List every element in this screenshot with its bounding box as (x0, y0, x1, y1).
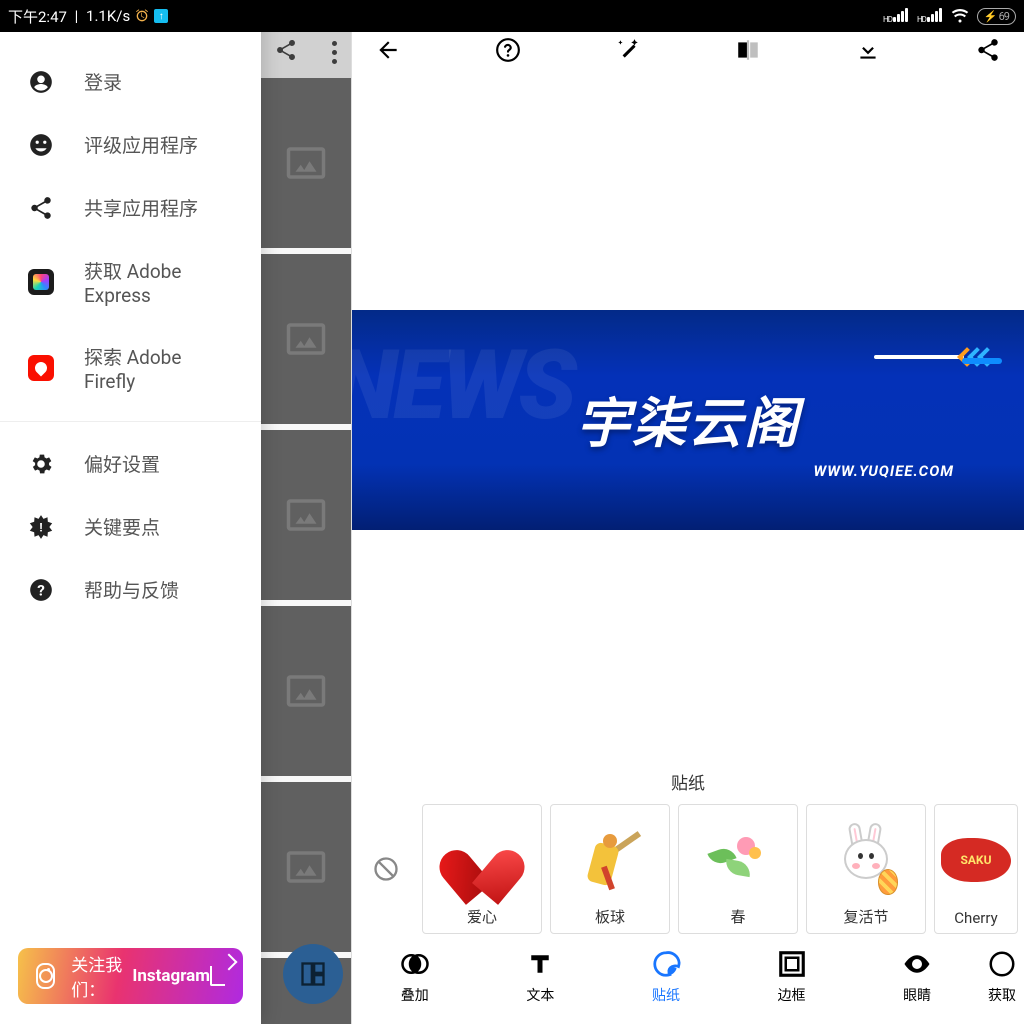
menu-label: 获取 Adobe Express (84, 257, 233, 307)
adobe-express-icon (28, 269, 54, 295)
gallery-thumb[interactable] (261, 430, 351, 600)
alarm-icon (134, 8, 150, 24)
status-sep: | (71, 7, 82, 25)
tool-sticker[interactable]: 贴纸 (603, 940, 729, 1014)
open-external-icon (210, 966, 225, 986)
menu-rate[interactable]: 评级应用程序 (0, 113, 261, 176)
bunny-icon (834, 823, 898, 895)
banner-title: 宇柒云阁 (576, 379, 800, 458)
sticker-spring[interactable]: 春 (678, 804, 798, 934)
menu-label: 评级应用程序 (84, 131, 198, 158)
cricket-icon (575, 824, 645, 894)
tool-label: 眼睛 (903, 985, 931, 1005)
sticker-row: 爱心 板球 春 复活节 SAKU Cherry (352, 804, 1024, 934)
menu-label: 关键要点 (84, 513, 160, 540)
menu-label: 帮助与反馈 (84, 576, 179, 603)
sticker-section-title: 贴纸 (352, 761, 1024, 804)
tool-label: 贴纸 (652, 985, 680, 1005)
instagram-name: Instagram (132, 966, 210, 986)
menu-login[interactable]: 登录 (0, 50, 261, 113)
heart-icon (450, 827, 514, 891)
sticker-easter[interactable]: 复活节 (806, 804, 926, 934)
gallery-thumb[interactable] (261, 782, 351, 952)
tool-label: 边框 (778, 985, 806, 1005)
tool-label: 获取 (988, 985, 1016, 1005)
instagram-prefix: 关注我们： (71, 951, 130, 1001)
more-icon[interactable] (332, 41, 337, 64)
sticker-label: 春 (730, 906, 745, 927)
tool-frame[interactable]: 边框 (729, 940, 855, 1014)
help-icon[interactable] (494, 36, 522, 64)
gear-icon (28, 451, 54, 477)
svg-text:?: ? (37, 581, 45, 599)
status-app-icon: ↑ (154, 9, 168, 23)
status-bar: 下午2:47 | 1.1K/s ↑ HD HD ⚡69 (0, 0, 1024, 32)
account-icon (28, 69, 54, 95)
menu-key-points[interactable]: ! 关键要点 (0, 495, 261, 558)
help-icon: ? (28, 577, 54, 603)
editor-canvas[interactable]: NEWS 宇柒云阁 WWW.YUQIEE.COM (352, 78, 1024, 761)
editor-pane: NEWS 宇柒云阁 WWW.YUQIEE.COM 贴纸 爱心 板球 (351, 0, 1024, 1024)
menu-adobe-firefly[interactable]: 探索 Adobe Firefly (0, 325, 261, 411)
menu-help[interactable]: ? 帮助与反馈 (0, 558, 261, 621)
tool-text[interactable]: 文本 (478, 940, 604, 1014)
divider (0, 421, 261, 422)
menu-label: 探索 Adobe Firefly (84, 343, 233, 393)
gallery-thumb[interactable] (261, 606, 351, 776)
instagram-follow-button[interactable]: 关注我们： Instagram (18, 948, 243, 1004)
tool-overlay[interactable]: 叠加 (352, 940, 478, 1014)
banner-url: WWW.YUQIEE.COM (814, 462, 954, 480)
download-icon[interactable] (854, 36, 882, 64)
gallery-thumb[interactable] (261, 254, 351, 424)
sticker-heart[interactable]: 爱心 (422, 804, 542, 934)
magic-icon[interactable] (614, 36, 642, 64)
menu-label: 偏好设置 (84, 450, 160, 477)
tool-get[interactable]: 获取 (980, 940, 1024, 1014)
status-time: 下午2:47 (8, 6, 67, 27)
wifi-icon (951, 6, 969, 27)
tool-eye[interactable]: 眼睛 (854, 940, 980, 1014)
adobe-firefly-icon (28, 355, 54, 381)
menu-adobe-express[interactable]: 获取 Adobe Express (0, 239, 261, 325)
sticker-cricket[interactable]: 板球 (550, 804, 670, 934)
banner-bg-text: NEWS (352, 330, 573, 442)
back-button[interactable] (374, 36, 402, 64)
menu-label: 共享应用程序 (84, 194, 198, 221)
sticker-label: Cherry (954, 909, 997, 927)
signal-1-icon: HD (883, 8, 909, 25)
smile-icon (28, 132, 54, 158)
burst-icon: ! (28, 514, 54, 540)
instagram-icon (36, 963, 55, 989)
tool-label: 文本 (526, 985, 554, 1005)
menu-label: 登录 (84, 68, 122, 95)
collage-fab[interactable] (283, 944, 343, 1004)
compare-icon[interactable] (734, 36, 762, 64)
gallery-backdrop (261, 0, 351, 1024)
sticker-label: 复活节 (843, 906, 888, 927)
menu-preferences[interactable]: 偏好设置 (0, 432, 261, 495)
sticker-label: 板球 (595, 906, 625, 927)
sakura-icon: SAKU (939, 830, 1013, 890)
nav-drawer: 登录 评级应用程序 共享应用程序 获取 Adobe Express 探索 Ado… (0, 0, 261, 1024)
gallery-thumb[interactable] (261, 78, 351, 248)
share-icon[interactable] (974, 36, 1002, 64)
menu-share-app[interactable]: 共享应用程序 (0, 176, 261, 239)
sticker-label: 爱心 (467, 906, 497, 927)
banner-image: NEWS 宇柒云阁 WWW.YUQIEE.COM (352, 310, 1024, 530)
tool-label: 叠加 (401, 985, 429, 1005)
status-net: 1.1K/s (86, 7, 130, 25)
battery-icon: ⚡69 (977, 8, 1016, 25)
sticker-cherry[interactable]: SAKU Cherry (934, 804, 1018, 934)
share-icon[interactable] (274, 38, 298, 66)
editor-bottombar: 叠加 文本 贴纸 边框 眼睛 获取 (352, 934, 1024, 1024)
signal-2-icon: HD (917, 8, 943, 25)
share-icon (28, 195, 54, 221)
no-sticker-button[interactable] (358, 804, 414, 934)
svg-text:!: ! (39, 520, 42, 534)
spring-icon (703, 829, 773, 889)
